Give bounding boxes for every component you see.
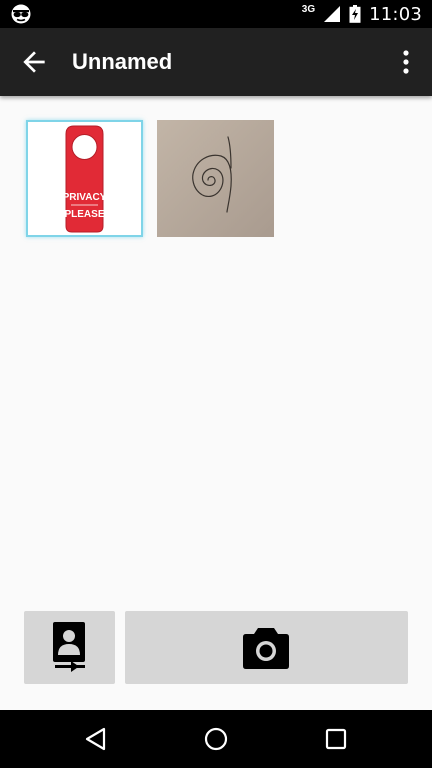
take-photo-button[interactable] <box>125 611 408 684</box>
incognito-icon <box>11 4 31 24</box>
door-hanger-image: PRIVACY PLEASE <box>28 122 141 235</box>
signal-icon <box>324 6 341 22</box>
page-title: Unnamed <box>72 49 173 74</box>
hanger-text-line2: PLEASE <box>64 209 104 220</box>
more-vert-icon[interactable] <box>394 48 418 76</box>
photo-gallery: PRIVACY PLEASE <box>0 96 432 710</box>
arrow-back-icon[interactable] <box>18 46 50 78</box>
nav-recents-icon[interactable] <box>322 725 350 753</box>
status-bar: 3G 11:03 <box>0 0 432 28</box>
network-type: 3G <box>301 4 316 15</box>
status-icons: 3G 11:03 <box>302 0 422 28</box>
camera-icon <box>243 628 289 669</box>
app-toolbar: Unnamed <box>0 28 432 96</box>
import-photo-button[interactable] <box>24 611 115 684</box>
system-nav-bar <box>0 710 432 768</box>
import-photo-icon <box>53 622 85 672</box>
hanger-text-line1: PRIVACY <box>63 192 107 203</box>
clock: 11:03 <box>369 3 422 25</box>
photo-thumbnail-privacy[interactable]: PRIVACY PLEASE <box>26 120 143 237</box>
photo-thumbnail-spiral[interactable] <box>157 120 274 237</box>
nav-back-icon[interactable] <box>82 725 110 753</box>
battery-icon <box>349 5 361 23</box>
nav-home-icon[interactable] <box>202 725 230 753</box>
spiral-drawing-image <box>157 120 274 237</box>
